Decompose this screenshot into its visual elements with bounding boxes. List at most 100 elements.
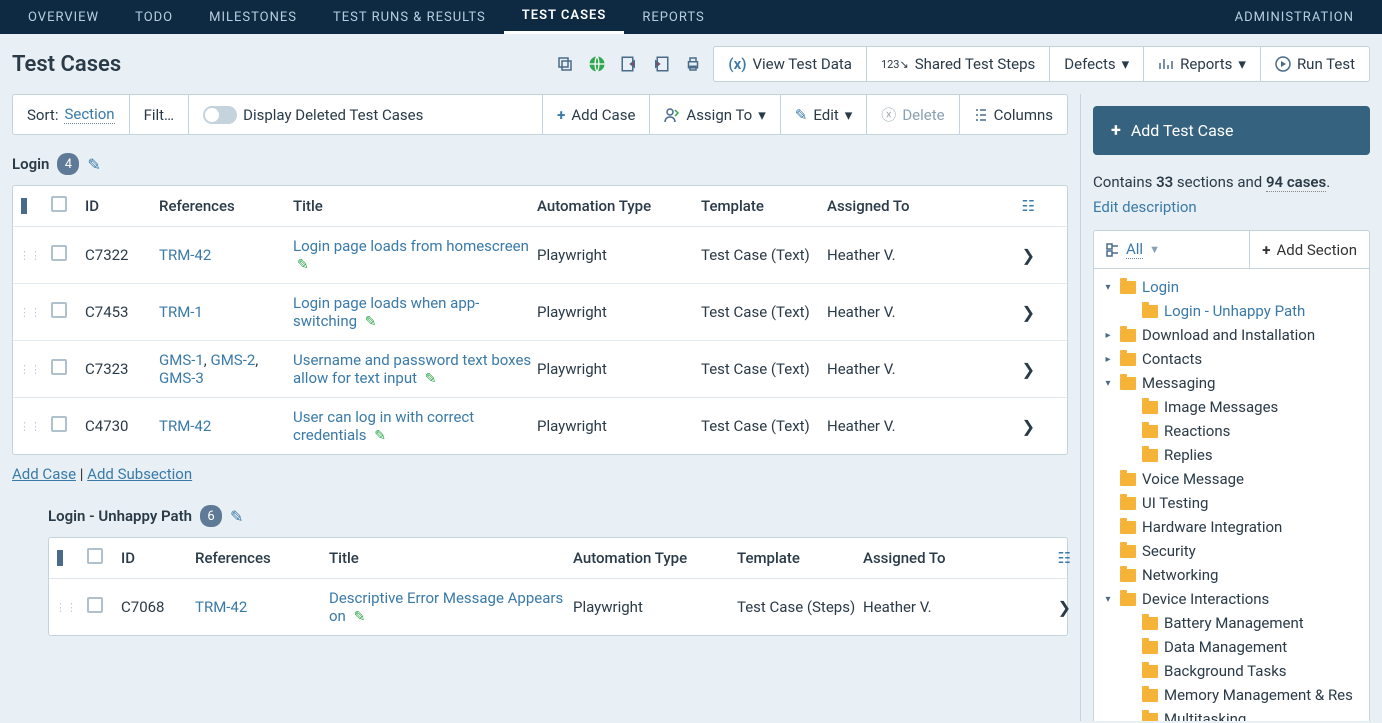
inline-edit-icon[interactable]: ✎ — [354, 609, 366, 625]
drag-handle[interactable]: ⋮⋮ — [19, 363, 47, 376]
tree-node[interactable]: Data Management — [1102, 635, 1361, 659]
add-case-button[interactable]: + Add Case — [542, 95, 649, 134]
tree-node[interactable]: Login - Unhappy Path — [1102, 299, 1361, 323]
drag-handle[interactable]: ⋮⋮ — [19, 420, 47, 433]
delete-button[interactable]: ⓧ Delete — [866, 95, 958, 134]
edit-button[interactable]: ✎ Edit ▾ — [780, 95, 867, 134]
tree-node[interactable]: Image Messages — [1102, 395, 1361, 419]
row-checkbox[interactable] — [51, 302, 81, 322]
tree-node[interactable]: Voice Message — [1102, 467, 1361, 491]
reports-button[interactable]: Reports ▾ — [1143, 47, 1260, 81]
nav-administration[interactable]: ADMINISTRATION — [1217, 0, 1372, 34]
reference-link[interactable]: GMS-1 — [159, 351, 204, 369]
edit-section-icon[interactable]: ✎ — [230, 507, 243, 526]
row-checkbox[interactable] — [87, 597, 117, 617]
view-test-data-button[interactable]: (x) View Test Data — [714, 47, 866, 81]
tree-twisty-icon[interactable]: ▾ — [1102, 282, 1114, 293]
tree-node[interactable]: ▸ Contacts — [1102, 347, 1361, 371]
reference-link[interactable]: TRM-42 — [195, 598, 247, 616]
tree-node[interactable]: UI Testing — [1102, 491, 1361, 515]
case-title-link[interactable]: Username and password text boxes allow f… — [293, 351, 531, 387]
col-id[interactable]: ID — [121, 549, 191, 567]
nav-testruns[interactable]: TEST RUNS & RESULTS — [315, 0, 504, 34]
tree-twisty-icon[interactable]: ▸ — [1102, 354, 1114, 365]
edit-description-link[interactable]: Edit description — [1093, 198, 1197, 216]
tree-node[interactable]: ▾ Device Interactions — [1102, 587, 1361, 611]
import-icon[interactable] — [617, 52, 641, 76]
import-globe-icon[interactable] — [585, 52, 609, 76]
run-test-button[interactable]: Run Test — [1260, 47, 1369, 81]
reference-link[interactable]: GMS-2 — [210, 351, 255, 369]
reference-link[interactable]: TRM-42 — [159, 246, 211, 264]
reference-link[interactable]: GMS-3 — [159, 369, 204, 387]
tree-node[interactable]: Battery Management — [1102, 611, 1361, 635]
detail-view-icon[interactable]: ☷ — [1037, 549, 1071, 567]
add-subsection-link[interactable]: Add Subsection — [87, 465, 192, 483]
drag-handle[interactable]: ⋮⋮ — [19, 306, 47, 319]
row-checkbox[interactable] — [51, 245, 81, 265]
col-automation[interactable]: Automation Type — [573, 549, 733, 567]
edit-section-icon[interactable]: ✎ — [87, 155, 100, 174]
assign-to-button[interactable]: Assign To ▾ — [649, 95, 779, 134]
tree-node[interactable]: Replies — [1102, 443, 1361, 467]
tree-twisty-icon[interactable]: ▾ — [1102, 594, 1114, 605]
open-case-icon[interactable]: ❯ — [1037, 598, 1071, 617]
filter-control[interactable]: Filt… — [129, 95, 189, 134]
tree-node[interactable]: Memory Management & Res — [1102, 683, 1361, 707]
col-references[interactable]: References — [159, 197, 289, 215]
nav-reports[interactable]: REPORTS — [624, 0, 722, 34]
open-case-icon[interactable]: ❯ — [1001, 246, 1035, 265]
drag-handle[interactable]: ⋮⋮ — [55, 601, 83, 614]
tree-node[interactable]: Multitasking — [1102, 707, 1361, 721]
tree-node[interactable]: ▸ Download and Installation — [1102, 323, 1361, 347]
select-all-checkbox[interactable] — [87, 548, 117, 568]
col-assigned[interactable]: Assigned To — [863, 549, 1033, 567]
row-checkbox[interactable] — [51, 416, 81, 436]
sort-control[interactable]: Sort: Section — [13, 95, 129, 134]
shared-steps-button[interactable]: 123↘ Shared Test Steps — [866, 47, 1049, 81]
tree-node[interactable]: ▾ Messaging — [1102, 371, 1361, 395]
col-id[interactable]: ID — [85, 197, 155, 215]
col-template[interactable]: Template — [701, 197, 823, 215]
defects-button[interactable]: Defects ▾ — [1049, 47, 1143, 81]
tree-all-filter[interactable]: All ▼ — [1094, 231, 1172, 268]
col-title[interactable]: Title — [293, 197, 533, 215]
tree-node[interactable]: Background Tasks — [1102, 659, 1361, 683]
display-deleted-toggle[interactable]: Display Deleted Test Cases — [188, 95, 542, 134]
export-icon[interactable] — [649, 52, 673, 76]
tree-twisty-icon[interactable]: ▾ — [1102, 378, 1114, 389]
reference-link[interactable]: TRM-1 — [159, 303, 203, 321]
inline-edit-icon[interactable]: ✎ — [374, 428, 386, 444]
tree-node[interactable]: Hardware Integration — [1102, 515, 1361, 539]
copy-icon[interactable] — [553, 52, 577, 76]
case-title-link[interactable]: Login page loads from homescreen — [293, 237, 529, 255]
drag-handle[interactable]: ⋮⋮ — [19, 249, 47, 262]
case-title-link[interactable]: Login page loads when app-switching — [293, 294, 479, 330]
nav-testcases[interactable]: TEST CASES — [504, 0, 625, 34]
inline-edit-icon[interactable]: ✎ — [425, 371, 437, 387]
nav-overview[interactable]: OVERVIEW — [10, 0, 117, 34]
tree-node[interactable]: Networking — [1102, 563, 1361, 587]
tree-twisty-icon[interactable]: ▸ — [1102, 330, 1114, 341]
open-case-icon[interactable]: ❯ — [1001, 303, 1035, 322]
inline-edit-icon[interactable]: ✎ — [365, 314, 377, 330]
add-test-case-button[interactable]: + Add Test Case — [1093, 106, 1370, 155]
detail-view-icon[interactable]: ☷ — [1001, 197, 1035, 215]
col-automation[interactable]: Automation Type — [537, 197, 697, 215]
inline-edit-icon[interactable]: ✎ — [297, 257, 309, 273]
tree-node[interactable]: ▾ Login — [1102, 275, 1361, 299]
cases-count-link[interactable]: 94 cases — [1266, 173, 1326, 192]
col-assigned[interactable]: Assigned To — [827, 197, 997, 215]
open-case-icon[interactable]: ❯ — [1001, 417, 1035, 436]
nav-milestones[interactable]: MILESTONES — [191, 0, 315, 34]
add-case-link[interactable]: Add Case — [12, 465, 76, 483]
toggle-switch[interactable] — [203, 106, 237, 124]
tree-node[interactable]: Security — [1102, 539, 1361, 563]
open-case-icon[interactable]: ❯ — [1001, 360, 1035, 379]
nav-todo[interactable]: TODO — [117, 0, 191, 34]
select-all-checkbox[interactable] — [51, 196, 81, 216]
col-template[interactable]: Template — [737, 549, 859, 567]
reference-link[interactable]: TRM-42 — [159, 417, 211, 435]
columns-button[interactable]: Columns — [959, 95, 1067, 134]
row-checkbox[interactable] — [51, 359, 81, 379]
